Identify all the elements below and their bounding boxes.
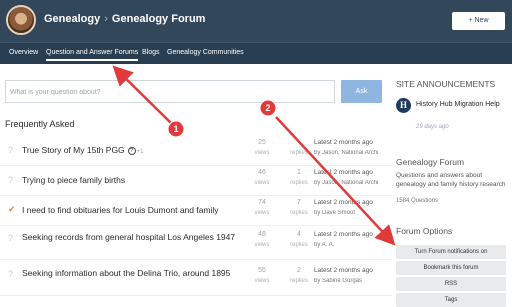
unanswered-question-icon: ? [8,145,14,155]
question-row[interactable]: ? Trying to piece family births 46 views… [0,166,392,196]
forum-avatar[interactable] [6,5,36,35]
question-row[interactable]: ? Seeking information about the Delina T… [0,262,392,296]
question-row[interactable]: ? Seeking records from general hospital … [0,226,392,260]
forum-description: Questions and answers about genealogy an… [396,172,506,188]
view-count: 46 [258,169,266,176]
question-row[interactable]: ✓ I need to find obituaries for Louis Du… [0,196,392,226]
annotation-marker-1 [167,120,185,138]
unanswered-question-icon: ? [8,233,14,243]
latest-author[interactable]: by A. A. [314,242,390,248]
history-hub-logo: H [396,98,411,113]
question-title[interactable]: Seeking records from general hospital Lo… [22,232,252,242]
views-label: views [254,150,270,156]
annotation-marker-1-label: 1 [173,124,178,134]
views-label: views [254,210,270,216]
latest-activity[interactable]: Latest 2 months ago [314,231,390,238]
nav-question-and-answer-forums[interactable]: Question and Answer Forums [46,49,139,61]
forum-info-heading: Genealogy Forum [396,157,465,167]
answered-check-icon: ✓ [8,204,16,214]
unanswered-question-icon: ? [8,175,14,185]
vote-count: +1 [136,149,144,155]
replies-label: replies [290,180,308,186]
latest-author[interactable]: by Sabine Gorgas [314,278,390,284]
nav-genealogy-communities[interactable]: Genealogy Communities [167,49,244,56]
breadcrumb-genealogy-forum[interactable]: Genealogy Forum [112,13,206,25]
latest-activity[interactable]: Latest 2 months ago [314,139,390,146]
views-label: views [254,180,270,186]
view-count: 48 [258,231,266,238]
replies-label: replies [290,210,308,216]
forum-options-heading: Forum Options [396,226,453,236]
latest-author[interactable]: by Jason, National Archi [314,150,390,156]
reply-count: 1 [297,169,301,176]
latest-activity[interactable]: Latest 2 months ago [314,267,390,274]
question-title[interactable]: True Story of My 15th PGG? +1 [22,145,252,157]
question-title[interactable]: Trying to piece family births [22,175,252,185]
reply-count: 2 [297,267,301,274]
question-title[interactable]: I need to find obituaries for Louis Dumo… [22,205,262,215]
question-row[interactable]: ? True Story of My 15th PGG? +1 25 views … [0,136,392,166]
latest-activity[interactable]: Latest 2 months ago [314,169,390,176]
announcement-link[interactable]: History Hub Migration Help [416,99,506,110]
announcement-date: 29 days ago [416,124,449,130]
forum-question-count: 1584 Questions [396,198,439,204]
views-label: views [254,278,270,284]
latest-author[interactable]: by Jason, National Archi [314,180,390,186]
view-count: 25 [258,139,266,146]
new-button[interactable]: + New [452,12,505,30]
views-label: views [254,242,270,248]
rss-button[interactable]: RSS [396,277,506,291]
reply-count: 4 [297,231,301,238]
unanswered-question-icon: ? [8,269,14,279]
reply-count: 7 [297,199,301,206]
info-icon: ? [127,147,136,155]
annotation-marker-2-label: 2 [265,103,270,113]
bookmark-forum-button[interactable]: Bookmark this forum [396,261,506,275]
top-bar: Genealogy › Genealogy Forum + New [0,0,512,42]
question-input[interactable] [6,82,334,103]
frequently-asked-heading: Frequently Asked [5,119,75,129]
ask-button[interactable]: Ask [341,80,382,103]
question-title[interactable]: Seeking information about the Delina Tri… [22,268,252,278]
question-search-box [5,80,335,103]
view-count: 55 [258,267,266,274]
replies-label: replies [290,242,308,248]
breadcrumb: Genealogy › Genealogy Forum [44,13,205,25]
breadcrumb-genealogy[interactable]: Genealogy [44,13,100,25]
replies-label: replies [290,150,308,156]
nav-overview[interactable]: Overview [9,49,38,56]
nav-blogs[interactable]: Blogs [142,49,160,56]
view-count: 74 [258,199,266,206]
section-nav: Overview Question and Answer Forums Blog… [0,42,512,64]
chevron-right-icon: › [104,13,108,25]
latest-author[interactable]: by Dave Smoot [314,210,390,216]
turn-notifications-on-button[interactable]: Turn Forum notifications on [396,245,506,259]
latest-activity[interactable]: Latest 2 months ago [314,199,390,206]
replies-label: replies [290,278,308,284]
site-announcements-heading: SITE ANNOUNCEMENTS [396,79,496,89]
tags-button[interactable]: Tags [396,293,506,307]
